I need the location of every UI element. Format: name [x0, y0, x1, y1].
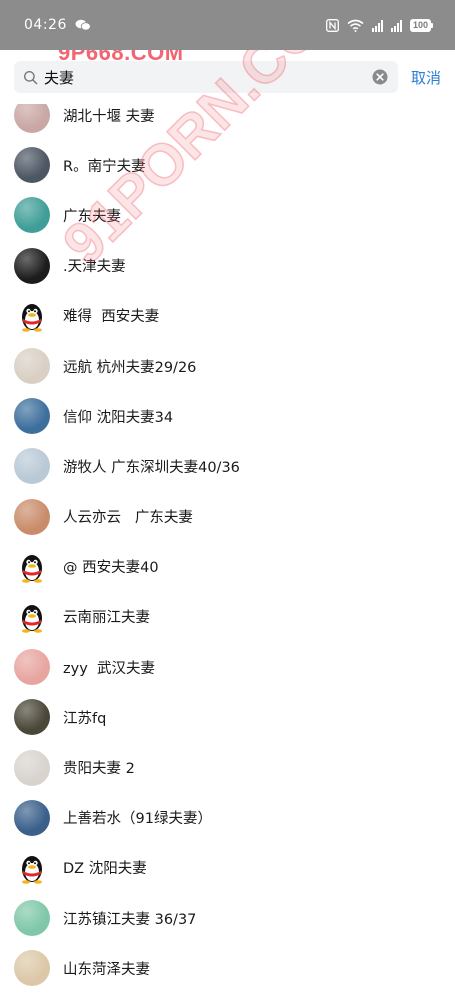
avatar — [14, 749, 50, 786]
status-icons: 100 — [326, 18, 433, 32]
result-row[interactable]: .天津夫妻 — [0, 241, 455, 291]
result-row[interactable]: R。南宁夫妻 — [0, 140, 455, 190]
result-row[interactable]: @ 西安夫妻40 — [0, 542, 455, 592]
result-row[interactable]: 难得 西安夫妻 — [0, 291, 455, 341]
search-icon — [23, 70, 38, 84]
result-name: 难得 西安夫妻 — [63, 309, 160, 326]
result-name: 江苏fq — [63, 710, 107, 727]
result-row[interactable]: 信仰 沈阳夫妻34 — [0, 391, 455, 441]
result-row[interactable]: 上善若水（91绿夫妻） — [0, 793, 455, 843]
result-row[interactable]: 远航 杭州夫妻29/26 — [0, 341, 455, 391]
nfc-icon — [326, 18, 339, 32]
avatar — [14, 950, 50, 987]
result-name: 广东夫妻 — [63, 208, 121, 225]
search-header: 取消 — [0, 50, 455, 104]
result-name: DZ 沈阳夫妻 — [63, 861, 147, 878]
avatar — [14, 498, 50, 535]
result-name: zyy 武汉夫妻 — [63, 660, 155, 677]
result-name: 江苏镇江夫妻 36/37 — [63, 911, 197, 928]
search-input[interactable] — [44, 68, 372, 86]
result-name: .天津夫妻 — [63, 259, 126, 276]
signal-5g-icon — [390, 19, 402, 32]
battery-level: 100 — [409, 18, 431, 32]
signal-5g-icon — [371, 19, 383, 32]
clear-icon[interactable] — [372, 69, 388, 85]
result-name: 山东菏泽夫妻 — [63, 961, 150, 978]
qq-penguin-avatar — [14, 599, 50, 635]
wechat-icon — [75, 19, 91, 31]
result-row[interactable]: 广东夫妻 — [0, 190, 455, 240]
qq-penguin-avatar — [14, 850, 50, 886]
search-box[interactable] — [14, 61, 398, 93]
avatar — [14, 649, 50, 686]
result-row[interactable]: 云南丽江夫妻 — [0, 592, 455, 642]
result-name: 游牧人 广东深圳夫妻40/36 — [63, 459, 240, 476]
wifi-icon — [347, 19, 364, 32]
status-time: 04:26 — [24, 17, 67, 33]
result-name: 远航 杭州夫妻29/26 — [63, 359, 197, 376]
result-row[interactable]: 贵阳夫妻 2 — [0, 742, 455, 792]
avatar — [14, 398, 50, 435]
result-name: 云南丽江夫妻 — [63, 610, 150, 627]
avatar — [14, 799, 50, 836]
result-name: R。南宁夫妻 — [63, 158, 146, 175]
result-name: 人云亦云 广东夫妻 — [63, 510, 193, 527]
result-row[interactable]: 江苏fq — [0, 692, 455, 742]
avatar — [14, 348, 50, 385]
qq-penguin-avatar — [14, 298, 50, 334]
result-row[interactable]: 人云亦云 广东夫妻 — [0, 492, 455, 542]
result-name: 湖北十堰 夫妻 — [63, 108, 155, 125]
result-name: 信仰 沈阳夫妻34 — [63, 409, 174, 426]
cancel-button[interactable]: 取消 — [411, 67, 441, 88]
result-row[interactable]: 山东菏泽夫妻 — [0, 943, 455, 993]
avatar — [14, 448, 50, 485]
avatar — [14, 197, 50, 234]
result-row[interactable]: DZ 沈阳夫妻 — [0, 843, 455, 893]
avatar — [14, 247, 50, 284]
avatar — [14, 147, 50, 184]
result-name: @ 西安夫妻40 — [63, 560, 159, 577]
screen: 湖北十堰 夫妻 R。南宁夫妻 广东夫妻 .天津夫妻难得 西安夫妻远航 杭州夫妻29/2… — [0, 0, 455, 1000]
status-bar: 04:26 100 — [0, 0, 455, 50]
avatar — [14, 900, 50, 937]
search-results-list: 湖北十堰 夫妻 R。南宁夫妻 广东夫妻 .天津夫妻难得 西安夫妻远航 杭州夫妻29/2… — [0, 90, 455, 993]
qq-penguin-avatar — [14, 549, 50, 585]
battery-icon: 100 — [409, 18, 433, 32]
result-name: 贵阳夫妻 2 — [63, 761, 135, 778]
result-row[interactable]: 游牧人 广东深圳夫妻40/36 — [0, 441, 455, 491]
result-row[interactable]: zyy 武汉夫妻 — [0, 642, 455, 692]
avatar — [14, 699, 50, 736]
result-row[interactable]: 江苏镇江夫妻 36/37 — [0, 893, 455, 943]
result-name: 上善若水（91绿夫妻） — [63, 811, 212, 828]
